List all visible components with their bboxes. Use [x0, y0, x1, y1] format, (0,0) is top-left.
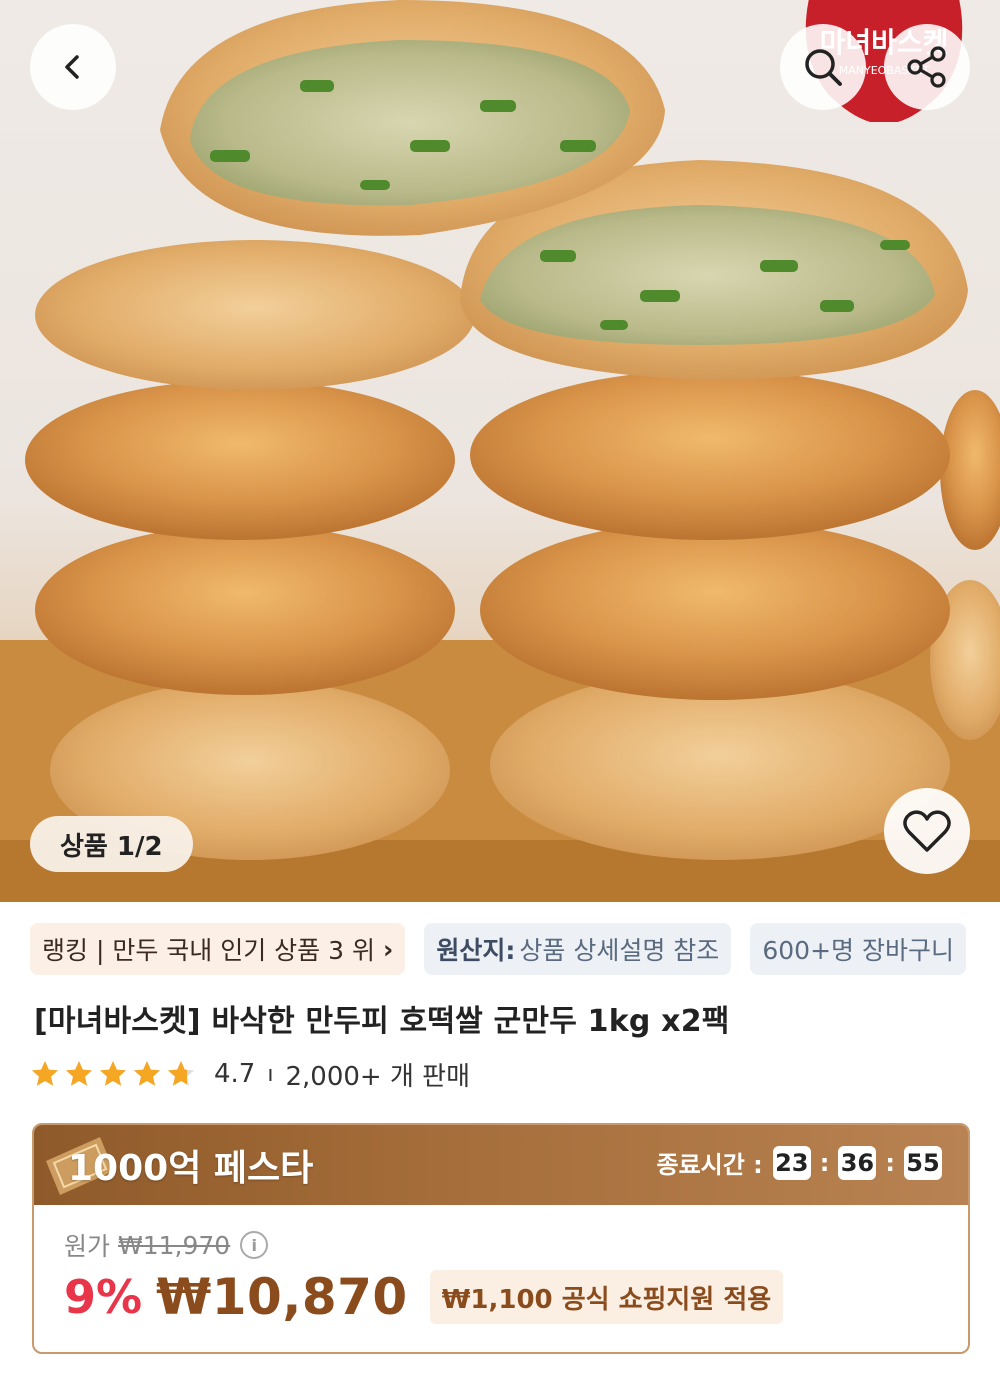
timer-hours: 23 [772, 1145, 811, 1180]
info-chips: 랭킹 | 만두 국내 인기 상품 3 위 › 원산지: 상품 상세설명 참조 6… [30, 923, 1000, 975]
star-icon [66, 1061, 92, 1086]
countdown-timer: 종료시간 : 23 : 36 : 55 [656, 1145, 942, 1180]
search-button[interactable] [780, 24, 866, 110]
sold-count: 2,000+ 개 판매 [285, 1061, 470, 1092]
cart-count-text: 600+명 장바구니 [762, 936, 954, 965]
promo-header: 1000억 페스타 종료시간 : 23 : 36 : 55 [34, 1125, 968, 1205]
timer-colon: : [885, 1148, 895, 1177]
star-icon [168, 1061, 194, 1086]
back-icon [65, 55, 79, 79]
shopping-support-badge: ₩1,100 공식 쇼핑지원 적용 [429, 1270, 784, 1324]
info-icon[interactable]: i [240, 1231, 269, 1259]
product-photo [0, 0, 1000, 902]
origin-value: 상품 상세설명 참조 [519, 936, 720, 965]
wishlist-button[interactable] [884, 788, 970, 874]
product-image-carousel[interactable]: 마녀바스켓 MANYEOBASKET 상품 1/2 [0, 0, 1000, 902]
original-price-row: 원가 ₩11,970 i [64, 1227, 269, 1263]
share-button[interactable] [884, 24, 970, 110]
rating-row[interactable]: 4.7 ı 2,000+ 개 판매 [30, 1052, 470, 1096]
ranking-chip[interactable]: 랭킹 | 만두 국내 인기 상품 3 위 › [30, 923, 406, 975]
timer-colon: : [819, 1148, 830, 1177]
price-row: 9% ₩10,870 ₩1,100 공식 쇼핑지원 적용 [64, 1267, 784, 1327]
image-counter: 상품 1/2 [30, 816, 193, 872]
star-icon [32, 1061, 58, 1086]
cart-count-chip: 600+명 장바구니 [750, 923, 966, 975]
discount-rate: 9% [64, 1270, 143, 1324]
heart-icon [903, 810, 951, 852]
back-button[interactable] [30, 24, 116, 110]
star-icon [134, 1061, 160, 1086]
rating-separator: ı [267, 1061, 274, 1087]
timer-minutes: 36 [838, 1145, 877, 1180]
promo-box: 1000억 페스타 종료시간 : 23 : 36 : 55 원가 ₩11,970… [32, 1123, 970, 1354]
original-price: ₩11,970 [118, 1230, 231, 1260]
product-title: [마녀바스켓] 바삭한 만두피 호떡쌀 군만두 1kg x2팩 [34, 1004, 730, 1039]
share-icon [907, 46, 946, 88]
origin-chip: 원산지: 상품 상세설명 참조 [424, 923, 732, 975]
star-icon [100, 1061, 126, 1086]
sale-price: ₩10,870 [156, 1268, 408, 1326]
rating-stars [30, 1059, 200, 1089]
origin-label: 원산지: [436, 936, 516, 965]
timer-label: 종료시간 : [656, 1151, 763, 1179]
search-icon [805, 49, 842, 86]
image-counter-text: 상품 1/2 [60, 831, 163, 862]
timer-seconds: 55 [904, 1145, 942, 1180]
ranking-text: 랭킹 | 만두 국내 인기 상품 3 위 [42, 936, 375, 965]
chevron-right-icon: › [382, 934, 394, 964]
original-price-label: 원가 [64, 1232, 111, 1261]
rating-value: 4.7 [214, 1059, 256, 1089]
promo-title: 1000억 페스타 [68, 1148, 314, 1189]
